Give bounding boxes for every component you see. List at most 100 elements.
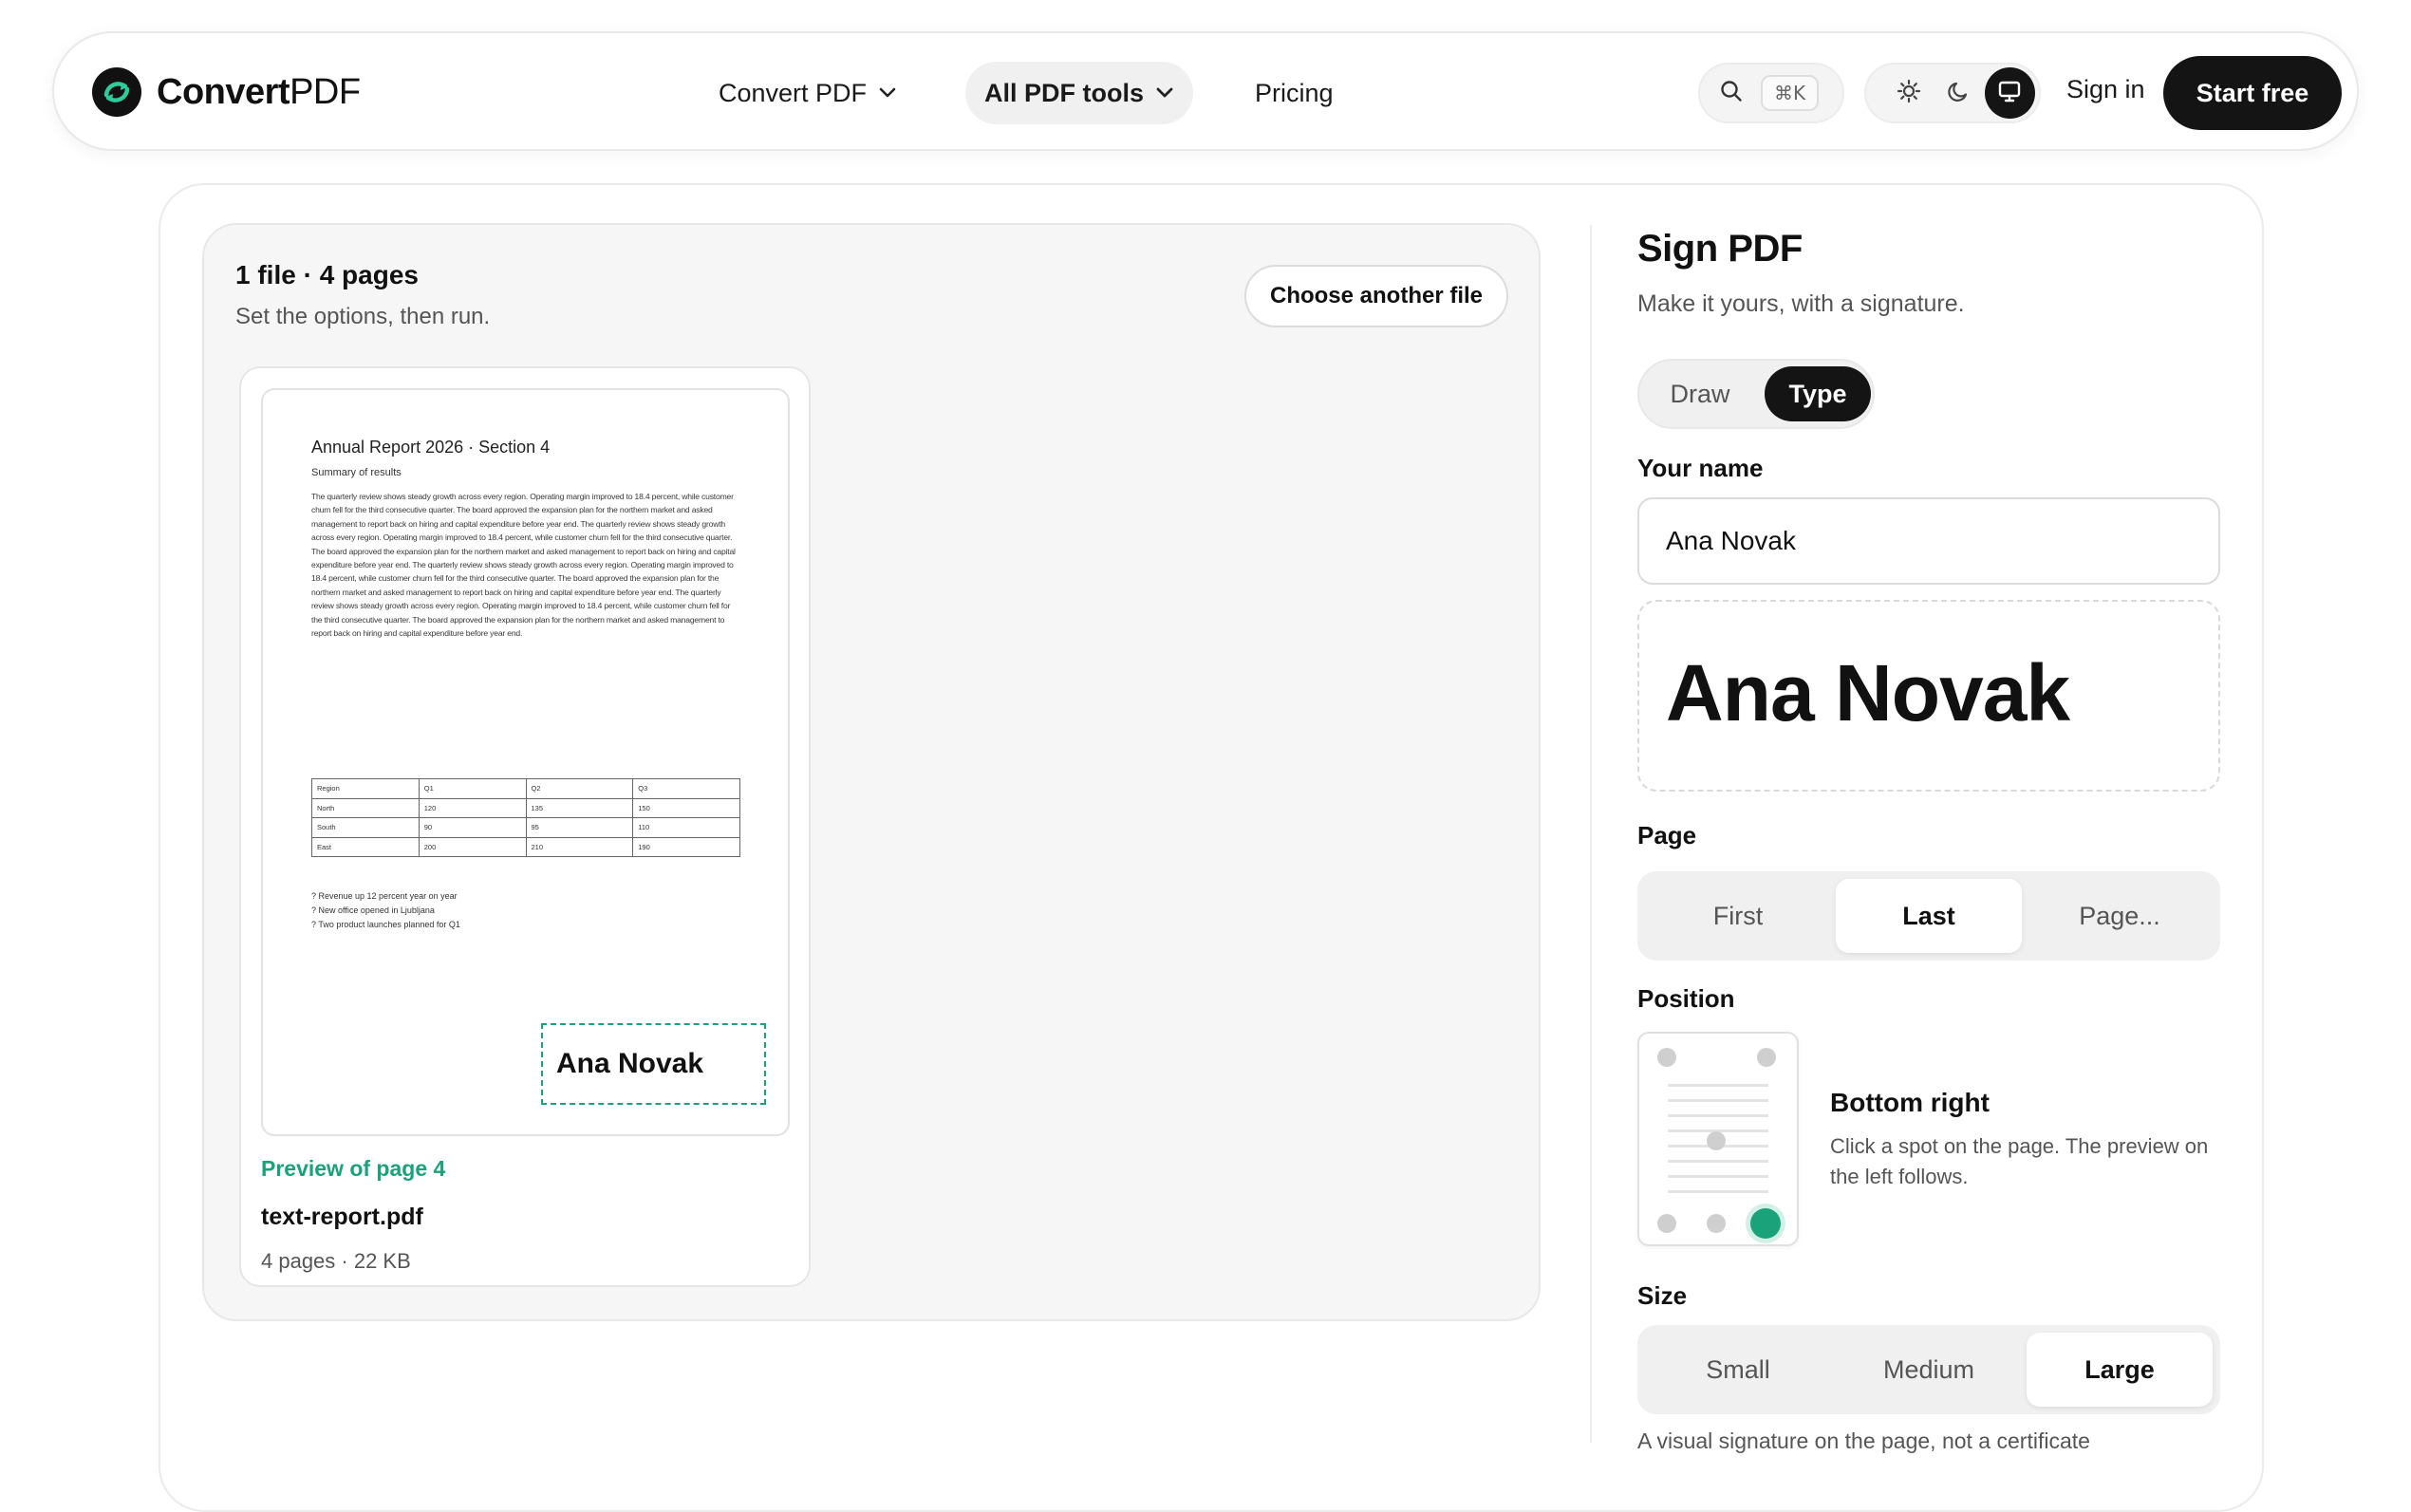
page-line [1668,1190,1768,1193]
page-line [1668,1114,1768,1117]
table-row: South 90 95 110 [311,817,740,838]
page-option-first[interactable]: First [1645,879,1831,953]
monitor-icon [1996,78,2023,109]
brand-name-regular: PDF [290,71,361,112]
chevron-down-icon [1155,86,1174,100]
files-panel: 1 file · 4 pages Set the options, then r… [202,223,1541,1321]
theme-light-button[interactable] [1883,67,1934,119]
table-cell: South [311,817,420,838]
start-free-button[interactable]: Start free [2163,56,2342,130]
position-bottom-right[interactable] [1750,1208,1781,1239]
table-cell: 190 [632,836,740,857]
tool-title: Sign PDF [1637,228,1803,270]
brand-name-bold: Convert [157,71,290,112]
logo-icon [92,67,141,117]
table-cell: 200 [418,836,527,857]
mode-draw-button[interactable]: Draw [1645,366,1755,421]
nav-pricing[interactable]: Pricing [1236,62,1353,124]
table-cell: Q1 [418,778,527,799]
page-option-last[interactable]: Last [1836,879,2022,953]
table-cell: 120 [418,797,527,818]
sign-in-link[interactable]: Sign in [2066,75,2145,104]
choose-another-file-button[interactable]: Choose another file [1244,265,1508,327]
name-label: Your name [1637,454,1764,482]
doc-table: Region Q1 Q2 Q3 North 120 135 150 South … [311,778,740,857]
doc-bullets: ? Revenue up 12 percent year on year ? N… [311,889,460,932]
top-navbar: ConvertPDF Convert PDF All PDF tools Pri… [52,31,2359,151]
files-summary-subtitle: Set the options, then run. [235,304,491,329]
page-label: Page [1637,821,1697,849]
list-item: ? Two product launches planned for Q1 [311,920,460,929]
search-shortcut-badge: ⌘K [1761,75,1820,111]
nav-convert-pdf-label: Convert PDF [719,78,868,107]
doc-title: Annual Report 2026 · Section 4 [311,438,551,457]
theme-switcher [1864,63,2041,123]
position-top-right[interactable] [1757,1048,1776,1067]
signature-mode-toggle: Draw Type [1637,359,1875,429]
table-cell: Q3 [632,778,740,799]
position-description: Click a spot on the page. The preview on… [1830,1134,2209,1188]
signature-preview: Ana Novak [1637,600,2220,792]
nav-convert-pdf[interactable]: Convert PDF [700,62,916,124]
table-cell: 150 [632,797,740,818]
table-cell: North [311,797,420,818]
size-option-small[interactable]: Small [1645,1333,1831,1407]
table-row: East 200 210 190 [311,836,740,857]
table-cell: 135 [525,797,634,818]
file-name: text-report.pdf [261,1204,423,1230]
file-card: Annual Report 2026 · Section 4 Summary o… [239,366,811,1287]
doc-body-text: The quarterly review shows steady growth… [311,492,736,639]
position-top-left[interactable] [1657,1048,1676,1067]
list-item: ? Revenue up 12 percent year on year [311,891,458,901]
position-bottom-left[interactable] [1657,1214,1676,1233]
name-input[interactable] [1637,497,2220,585]
panel-divider [1590,225,1592,1443]
signature-placement-box[interactable]: Ana Novak [541,1023,766,1105]
position-picker [1637,1032,1799,1246]
signature-preview-text: Ana Novak [1666,648,2070,737]
theme-system-button[interactable] [1984,67,2035,119]
size-label: Size [1637,1281,1688,1310]
table-cell: Q2 [525,778,634,799]
table-cell: 210 [525,836,634,857]
brand-name: ConvertPDF [157,72,361,113]
table-row: Region Q1 Q2 Q3 [311,778,740,799]
brand-logo[interactable]: ConvertPDF [92,67,361,117]
table-cell: 95 [525,817,634,838]
table-row: North 120 135 150 [311,797,740,818]
position-center[interactable] [1707,1131,1726,1150]
nav-all-pdf-tools[interactable]: All PDF tools [965,62,1193,124]
size-selector: Small Medium Large [1637,1325,2220,1414]
files-summary-title: 1 file · 4 pages [235,260,419,289]
chevron-down-icon [878,86,897,100]
theme-dark-button[interactable] [1934,67,1984,119]
position-name: Bottom right [1830,1088,1990,1117]
search-icon [1719,79,1744,108]
nav-all-pdf-tools-label: All PDF tools [984,78,1144,107]
nav-pricing-label: Pricing [1255,78,1334,107]
moon-icon [1946,78,1972,109]
table-cell: Region [311,778,420,799]
table-cell: East [311,836,420,857]
list-item: ? New office opened in Ljubljana [311,905,435,915]
table-cell: 110 [632,817,740,838]
page-line [1668,1175,1768,1178]
sun-icon [1896,78,1922,109]
size-option-medium[interactable]: Medium [1836,1333,2022,1407]
page-line [1668,1084,1768,1087]
mode-type-button[interactable]: Type [1765,366,1871,421]
table-cell: 90 [418,817,527,838]
tool-subtitle: Make it yours, with a signature. [1637,290,1965,317]
position-bottom-center[interactable] [1707,1214,1726,1233]
page-option-custom[interactable]: Page... [2027,879,2213,953]
preview-caption: Preview of page 4 [261,1156,446,1181]
page-line [1668,1160,1768,1163]
search-button[interactable]: ⌘K [1698,63,1844,123]
position-label: Position [1637,984,1735,1013]
signature-footnote: A visual signature on the page, not a ce… [1637,1428,2090,1453]
page-line [1668,1099,1768,1102]
page-selector: First Last Page... [1637,871,2220,961]
size-option-large[interactable]: Large [2027,1333,2213,1407]
page-preview[interactable]: Annual Report 2026 · Section 4 Summary o… [261,388,790,1136]
file-meta: 4 pages · 22 KB [261,1249,411,1273]
